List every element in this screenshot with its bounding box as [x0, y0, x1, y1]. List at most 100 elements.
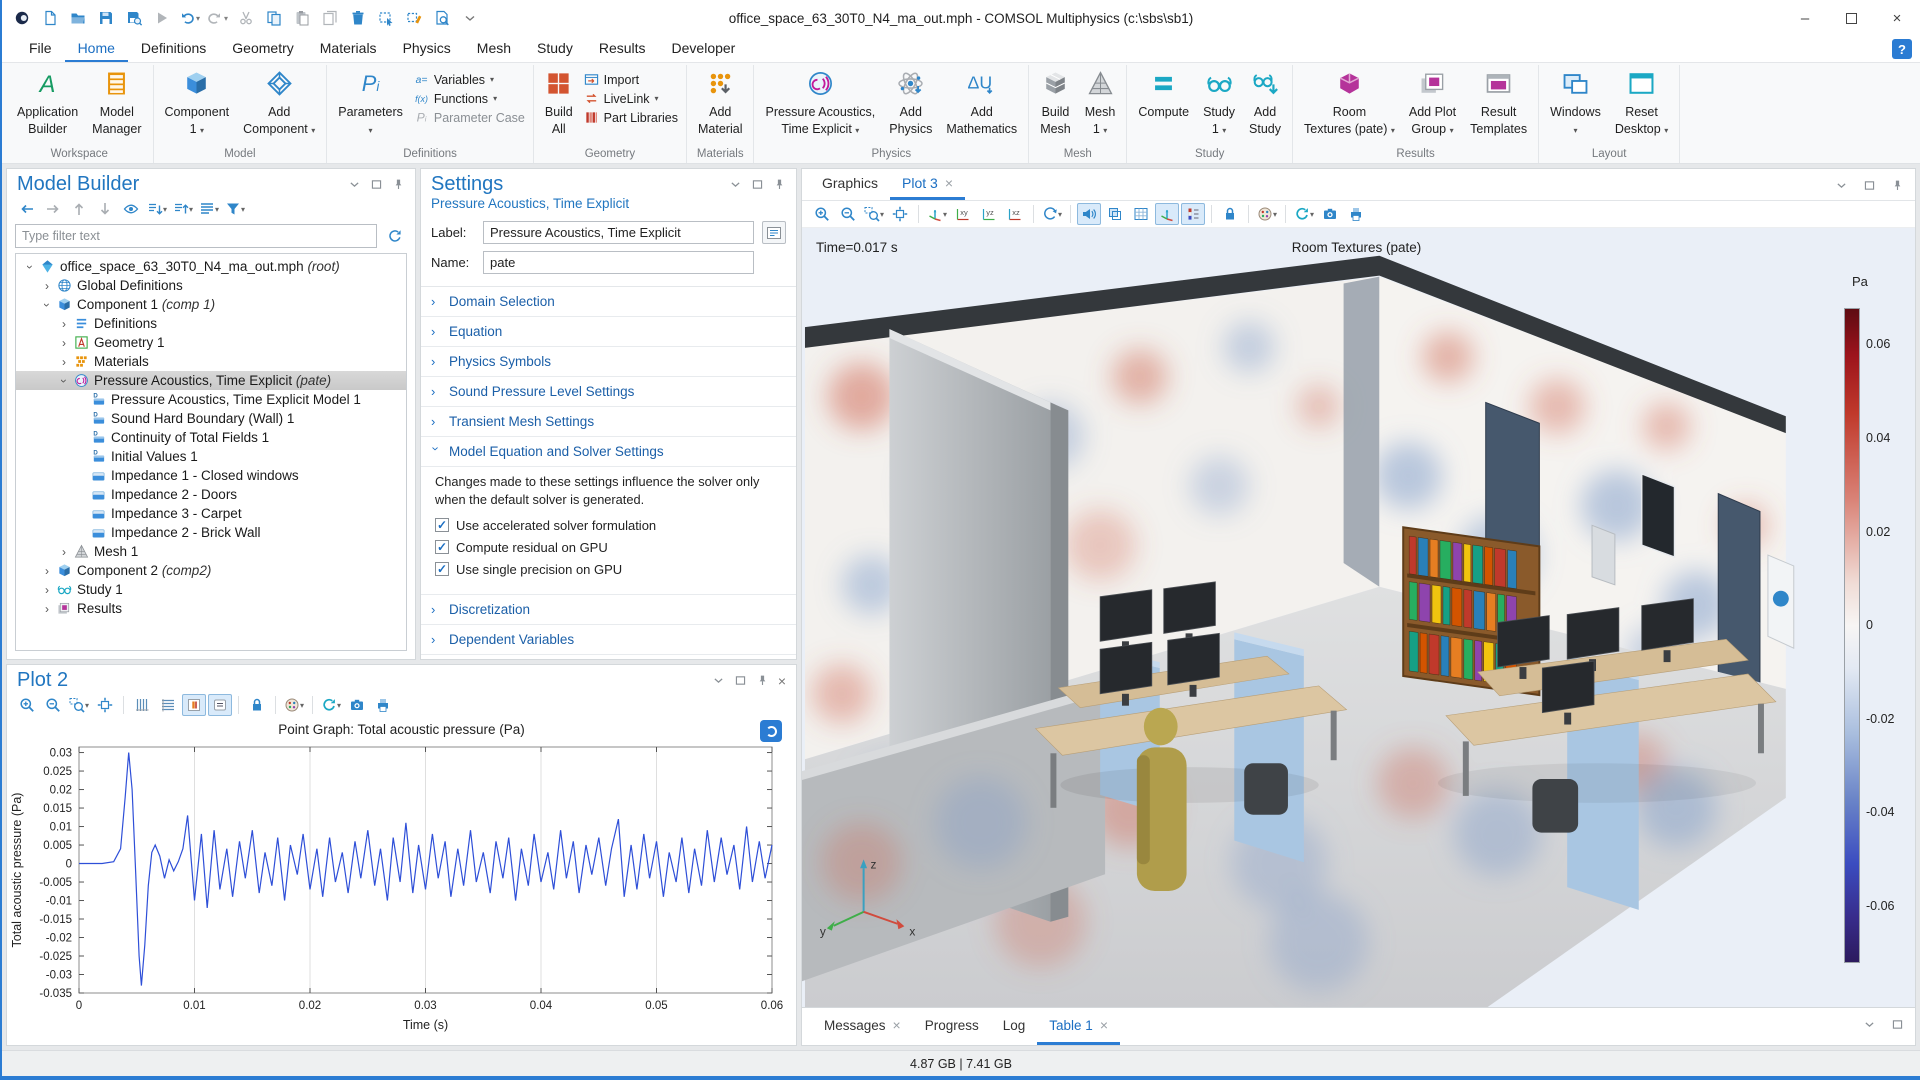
gfx-print-button[interactable] — [1344, 203, 1368, 225]
mb-forward-button[interactable] — [41, 198, 65, 220]
gfx-view-yz-button[interactable]: yz — [977, 203, 1001, 225]
gfx-go-to-view-button[interactable]: ▾ — [925, 203, 949, 225]
gfx-update-plot-button[interactable]: ▾ — [1292, 203, 1316, 225]
settings-section-physics-symbols[interactable]: › Physics Symbols — [421, 347, 796, 377]
tree-item-pressure-acoustics-time-explicit-model-1[interactable]: D Pressure Acoustics, Time Explicit Mode… — [16, 390, 406, 409]
ribbon-button-build-all[interactable]: Build All — [538, 65, 580, 137]
mb-model-filter-button[interactable]: ▾ — [223, 198, 247, 220]
panel-float-button[interactable] — [732, 672, 750, 690]
qat-open-button[interactable] — [64, 5, 91, 31]
gfx-sound-button[interactable] — [1077, 203, 1101, 225]
panel-pin-button[interactable] — [770, 176, 788, 194]
mb-collapse-all-button[interactable]: ▾ — [171, 198, 195, 220]
mb-back-button[interactable] — [15, 198, 39, 220]
graphics-tab-graphics[interactable]: Graphics — [810, 169, 890, 200]
ribbon-button-add-study[interactable]: Add Study — [1242, 65, 1288, 137]
mb-move-down-button[interactable] — [93, 198, 117, 220]
mb-move-up-button[interactable] — [67, 198, 91, 220]
tab-close-icon[interactable]: × — [1100, 1017, 1108, 1033]
qat-find-button[interactable] — [428, 5, 455, 31]
plot2-snapshot-button[interactable] — [345, 694, 369, 716]
panel-float-button[interactable] — [367, 176, 385, 194]
qat-app-logo-button[interactable] — [8, 5, 35, 31]
label-field[interactable] — [483, 221, 754, 244]
qat-delete-button[interactable] — [344, 5, 371, 31]
menu-results[interactable]: Results — [586, 36, 659, 62]
qat-copy-button[interactable] — [260, 5, 287, 31]
ribbon-button-add-component[interactable]: Add Component ▾ — [236, 65, 322, 137]
ribbon-button-add-material[interactable]: Add Material — [691, 65, 749, 137]
tree-expander-icon[interactable]: › — [40, 297, 54, 313]
graphics-canvas[interactable]: z y x Time=0.017 s Room Textures (pate) … — [802, 228, 1915, 1007]
name-field[interactable] — [483, 251, 754, 274]
panel-close-button[interactable]: × — [776, 673, 788, 689]
tree-item-pressure-acoustics-time-explicit[interactable]: › Pressure Acoustics, Time Explicit (pat… — [16, 371, 406, 390]
checkbox-compute-residual-on-gpu[interactable]: ✓ Compute residual on GPU — [435, 540, 782, 555]
panel-float-button[interactable] — [1857, 174, 1881, 196]
minimize-button[interactable]: – — [1782, 1, 1828, 36]
qat-undo-button[interactable]: ▾ — [176, 5, 203, 31]
qat-paste-button[interactable] — [288, 5, 315, 31]
plot2-show-legends-button[interactable] — [208, 694, 232, 716]
ribbon-button-room-textures-pate[interactable]: Room Textures (pate) ▾ — [1297, 65, 1402, 137]
gfx-snapshot-button[interactable] — [1318, 203, 1342, 225]
menu-file[interactable]: File — [16, 36, 65, 62]
panel-float-button[interactable] — [1885, 1013, 1909, 1035]
panel-collapse-button[interactable] — [710, 672, 728, 690]
settings-section-sound-pressure-level-settings[interactable]: › Sound Pressure Level Settings — [421, 377, 796, 407]
gfx-zoom-out-button[interactable] — [836, 203, 860, 225]
plot2-scene-appearance-button[interactable]: ▾ — [282, 694, 306, 716]
qat-run-button[interactable] — [148, 5, 175, 31]
rename-button[interactable] — [762, 221, 786, 244]
tree-expander-icon[interactable]: › — [23, 259, 37, 275]
gfx-view-xy-button[interactable]: xy — [951, 203, 975, 225]
plot2-zoom-out-button[interactable] — [41, 694, 65, 716]
ribbon-button-mesh-1[interactable]: Mesh 1 ▾ — [1078, 65, 1123, 137]
gfx-color-legend-button[interactable] — [1181, 203, 1205, 225]
tree-item-continuity-of-total-fields-1[interactable]: D Continuity of Total Fields 1 — [16, 428, 406, 447]
tab-close-icon[interactable]: × — [893, 1017, 901, 1033]
settings-section-dependent-variables[interactable]: › Dependent Variables — [421, 625, 796, 655]
checkbox-use-single-precision-on-gpu[interactable]: ✓ Use single precision on GPU — [435, 562, 782, 577]
plot2-zoom-extents-button[interactable] — [93, 694, 117, 716]
ribbon-button-parameters[interactable]: Pi Parameters ▾ — [331, 65, 410, 137]
plot2-print-button[interactable] — [371, 694, 395, 716]
panel-pin-button[interactable] — [389, 176, 407, 194]
settings-section-model-equation-and-solver-settings[interactable]: › Model Equation and Solver Settings — [421, 437, 796, 467]
ribbon-button-reset-desktop[interactable]: Reset Desktop ▾ — [1608, 65, 1675, 137]
checkbox-use-accelerated-solver-formulation[interactable]: ✓ Use accelerated solver formulation — [435, 518, 782, 533]
tree-item-impedance-1-closed-windows[interactable]: Impedance 1 - Closed windows — [16, 466, 406, 485]
panel-collapse-button[interactable] — [726, 176, 744, 194]
qat-save-as-button[interactable] — [120, 5, 147, 31]
settings-section-equation[interactable]: › Equation — [421, 317, 796, 347]
tree-item-global-definitions[interactable]: › Global Definitions — [16, 276, 406, 295]
ribbon-button-result-templates[interactable]: Result Templates — [1463, 65, 1534, 137]
ribbon-button-add-physics[interactable]: Add Physics — [882, 65, 939, 137]
refresh-filter-button[interactable] — [383, 225, 407, 247]
qat-clear-selection-button[interactable] — [400, 5, 427, 31]
ribbon-button-component-1[interactable]: Component 1 ▾ — [158, 65, 237, 137]
plot2-zoom-box-button[interactable]: ▾ — [67, 694, 91, 716]
qat-redo-button[interactable]: ▾ — [204, 5, 231, 31]
tree-item-definitions[interactable]: › Definitions — [16, 314, 406, 333]
tree-expander-icon[interactable]: › — [56, 355, 72, 369]
ribbon-button-add-plot-group[interactable]: Add Plot Group ▾ — [1402, 65, 1463, 137]
graphics-tab-plot-3[interactable]: Plot 3 × — [890, 169, 966, 200]
ribbon-button-functions[interactable]: f(x) Functions ▾ — [414, 91, 525, 106]
gfx-zoom-box-button[interactable]: ▾ — [862, 203, 886, 225]
settings-section-discretization[interactable]: › Discretization — [421, 595, 796, 625]
ribbon-button-build-mesh[interactable]: Build Mesh — [1033, 65, 1078, 137]
qat-save-button[interactable] — [92, 5, 119, 31]
plot2-horizontal-grid-button[interactable] — [156, 694, 180, 716]
tree-expander-icon[interactable]: › — [39, 583, 55, 597]
panel-pin-button[interactable] — [754, 672, 772, 690]
ribbon-button-parameter-case[interactable]: Pi Parameter Case — [414, 110, 524, 125]
tree-item-materials[interactable]: › Materials — [16, 352, 406, 371]
gfx-rotate-view-button[interactable]: ▾ — [1040, 203, 1064, 225]
gfx-lock-axes-button[interactable] — [1218, 203, 1242, 225]
tree-expander-icon[interactable]: › — [56, 317, 72, 331]
bottom-tab-messages[interactable]: Messages × — [812, 1008, 913, 1045]
panel-collapse-button[interactable] — [1857, 1013, 1881, 1035]
menu-geometry[interactable]: Geometry — [219, 36, 306, 62]
tree-item-office-space-63-30t0-n4-ma-out-mph[interactable]: › office_space_63_30T0_N4_ma_out.mph (ro… — [16, 257, 406, 276]
